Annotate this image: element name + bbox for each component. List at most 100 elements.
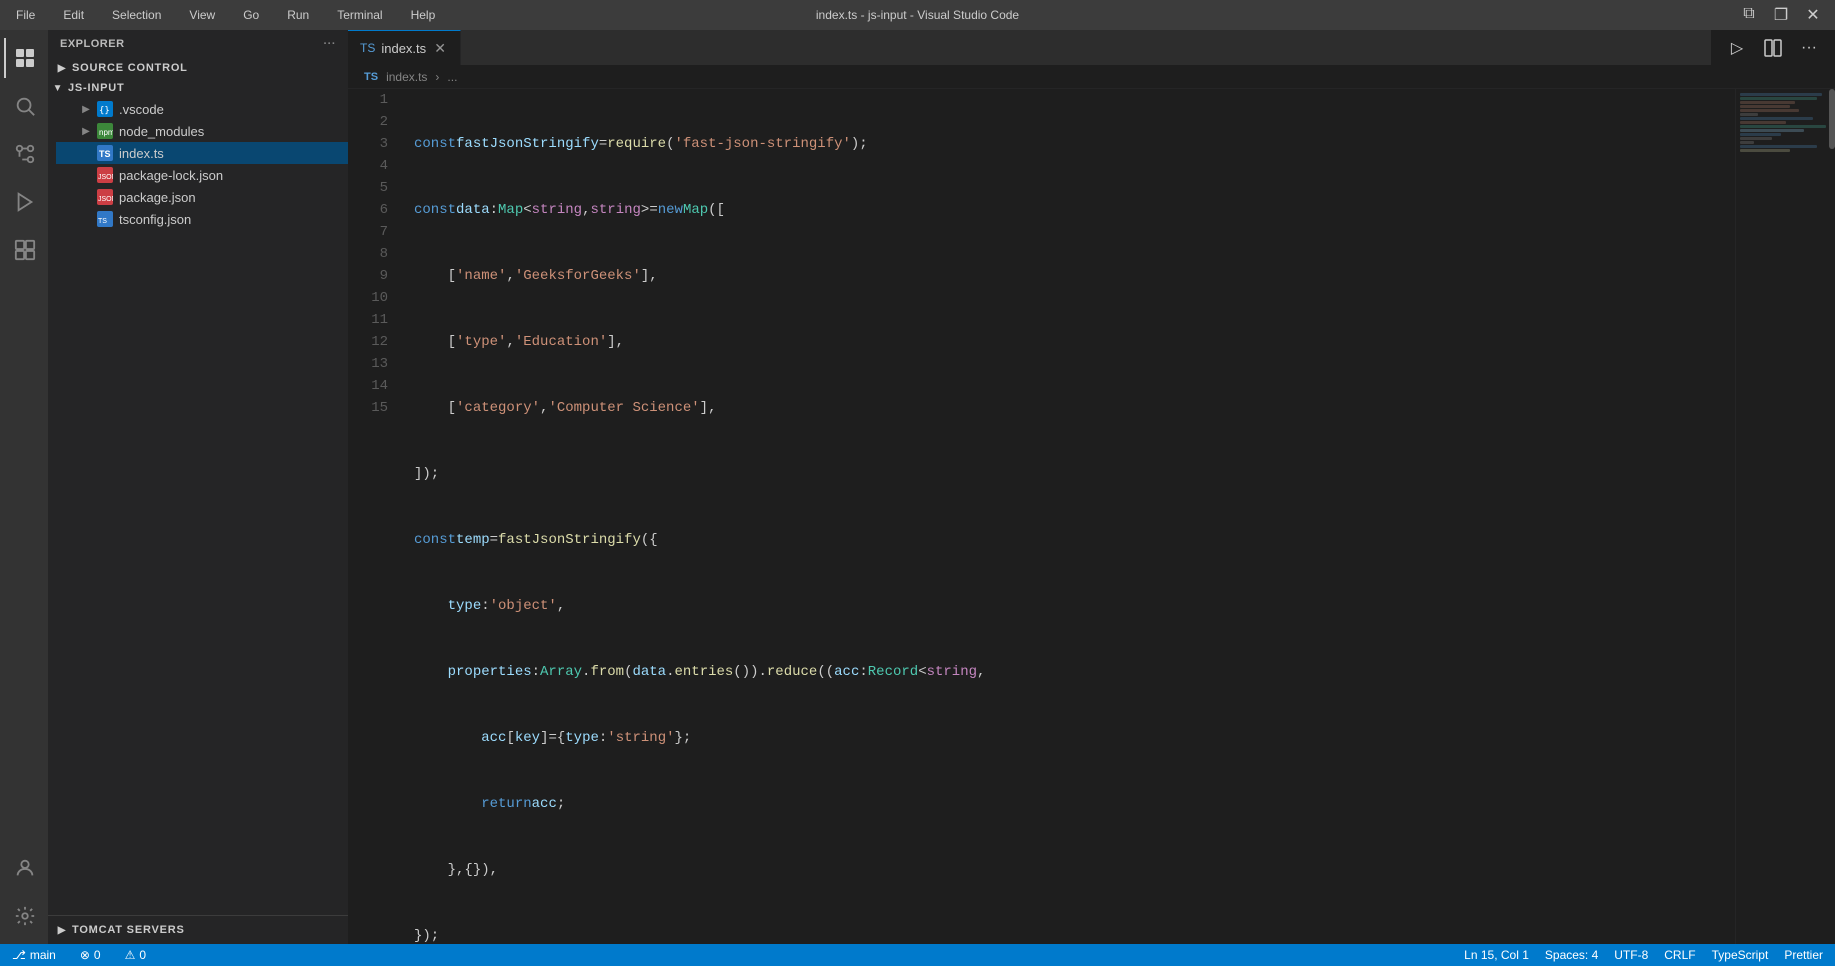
index-ts-name: index.ts [119,146,164,161]
more-editor-actions[interactable]: ··· [1795,34,1823,62]
tab-close-button[interactable]: ✕ [432,40,448,56]
tree-item-package-json[interactable]: JSON package.json [56,186,348,208]
source-control-label: SOURCE CONTROL [72,62,188,74]
restore-button[interactable]: ⧉ [1737,5,1761,25]
menu-run[interactable]: Run [281,6,315,24]
split-editor-button[interactable] [1759,34,1787,62]
package-lock-icon: JSON [96,166,114,184]
tomcat-servers-label: TOMCAT SERVERS [72,924,185,936]
window-controls[interactable]: ⧉ ❐ ✕ [1737,5,1825,25]
vscode-folder-name: .vscode [119,102,164,117]
spaces-label: Spaces: 4 [1545,948,1598,962]
ts-file-icon: TS [96,144,114,162]
tab-ts-icon: TS [360,41,375,55]
activity-extensions[interactable] [4,230,44,270]
close-button[interactable]: ✕ [1801,5,1825,25]
svg-text:TS: TS [98,218,107,225]
title-bar: File Edit Selection View Go Run Terminal… [0,0,1835,30]
eol-label: CRLF [1664,948,1695,962]
tsconfig-icon: TS [96,210,114,228]
code-line-6: ]); [414,463,1735,485]
menu-view[interactable]: View [183,6,221,24]
tree-item-node-modules[interactable]: ▶ npm node_modules [56,120,348,142]
status-bar: ⎇ main ⊗ 0 ⚠ 0 Ln 15, Col 1 Spaces: 4 UT… [0,944,1835,966]
tree-item-package-lock[interactable]: JSON package-lock.json [56,164,348,186]
js-input-label: JS-INPUT [68,82,125,94]
run-button[interactable]: ▷ [1723,34,1751,62]
menu-selection[interactable]: Selection [106,6,167,24]
tree-item-index-ts[interactable]: TS index.ts [56,142,348,164]
js-input-chevron: ▼ [52,83,64,94]
editor-area: TS index.ts ✕ ▷ ··· TS index.ts › ... [348,30,1835,944]
svg-text:JSON: JSON [98,196,113,203]
sidebar-bottom: ▶ TOMCAT SERVERS [48,915,348,944]
node-modules-name: node_modules [119,124,204,139]
code-content[interactable]: const fastJsonStringify = require('fast-… [398,89,1735,944]
breadcrumb: TS index.ts › ... [348,65,1835,89]
menu-bar[interactable]: File Edit Selection View Go Run Terminal… [10,6,441,24]
more-actions-icon[interactable]: ··· [324,38,337,50]
package-json-icon: JSON [96,188,114,206]
breadcrumb-filename[interactable]: index.ts [386,70,427,84]
status-language[interactable]: TypeScript [1708,948,1773,962]
activity-settings[interactable] [4,896,44,936]
svg-text:{}: {} [99,106,110,116]
minimap [1735,89,1835,944]
minimap-content [1736,89,1835,157]
menu-edit[interactable]: Edit [57,6,90,24]
status-branch[interactable]: ⎇ main [8,944,60,966]
vscode-folder-chevron: ▶ [80,104,92,115]
menu-file[interactable]: File [10,6,41,24]
code-line-8: type: 'object', [414,595,1735,617]
source-control-header[interactable]: ▶ SOURCE CONTROL [48,58,348,78]
code-line-7: const temp = fastJsonStringify({ [414,529,1735,551]
node-modules-icon: npm [96,122,114,140]
status-spaces[interactable]: Spaces: 4 [1541,948,1602,962]
minimap-scrollbar[interactable] [1829,89,1835,149]
branch-icon: ⎇ [12,948,26,962]
svg-text:JSON: JSON [98,174,113,181]
status-cursor[interactable]: Ln 15, Col 1 [1460,948,1533,962]
vscode-folder-icon: {} [96,100,114,118]
menu-help[interactable]: Help [405,6,442,24]
activity-source-control[interactable] [4,134,44,174]
code-line-13: }); [414,925,1735,944]
activity-search[interactable] [4,86,44,126]
tab-index-ts[interactable]: TS index.ts ✕ [348,30,461,65]
explorer-title: EXPLORER [60,38,125,50]
maximize-button[interactable]: ❐ [1769,5,1793,25]
tree-item-vscode[interactable]: ▶ {} .vscode [56,98,348,120]
svg-text:npm: npm [99,128,113,137]
status-formatter[interactable]: Prettier [1780,948,1827,962]
code-line-12: }, {}), [414,859,1735,881]
status-eol[interactable]: CRLF [1660,948,1699,962]
activity-explorer[interactable] [4,38,44,78]
warnings-count: 0 [139,948,146,962]
code-editor[interactable]: 1 2 3 4 5 6 7 8 9 10 11 12 13 14 15 [348,89,1735,944]
js-input-header[interactable]: ▼ JS-INPUT [48,78,348,98]
code-line-2: const data: Map<string, string> = new Ma… [414,199,1735,221]
menu-terminal[interactable]: Terminal [331,6,388,24]
tomcat-servers-header[interactable]: ▶ TOMCAT SERVERS [48,920,348,940]
tsconfig-name: tsconfig.json [119,212,191,227]
node-modules-chevron: ▶ [80,126,92,137]
activity-debug[interactable] [4,182,44,222]
activity-accounts[interactable] [4,848,44,888]
sidebar: EXPLORER ··· ▶ SOURCE CONTROL ▼ JS-INPUT… [48,30,348,944]
breadcrumb-ts-icon: TS [364,71,378,83]
warnings-icon: ⚠ [125,948,136,962]
menu-go[interactable]: Go [237,6,265,24]
code-line-5: ['category', 'Computer Science'], [414,397,1735,419]
formatter-label: Prettier [1784,948,1823,962]
cursor-position: Ln 15, Col 1 [1464,948,1529,962]
status-errors[interactable]: ⊗ 0 [76,944,105,966]
tree-item-tsconfig[interactable]: TS tsconfig.json [56,208,348,230]
status-warnings[interactable]: ⚠ 0 [121,944,150,966]
code-line-10: acc[key] = { type: 'string' }; [414,727,1735,749]
explorer-actions[interactable]: ··· [324,38,337,50]
tomcat-chevron: ▶ [56,925,68,936]
breadcrumb-dots[interactable]: ... [447,70,457,84]
branch-label: main [30,948,56,962]
errors-icon: ⊗ [80,948,90,962]
status-encoding[interactable]: UTF-8 [1610,948,1652,962]
